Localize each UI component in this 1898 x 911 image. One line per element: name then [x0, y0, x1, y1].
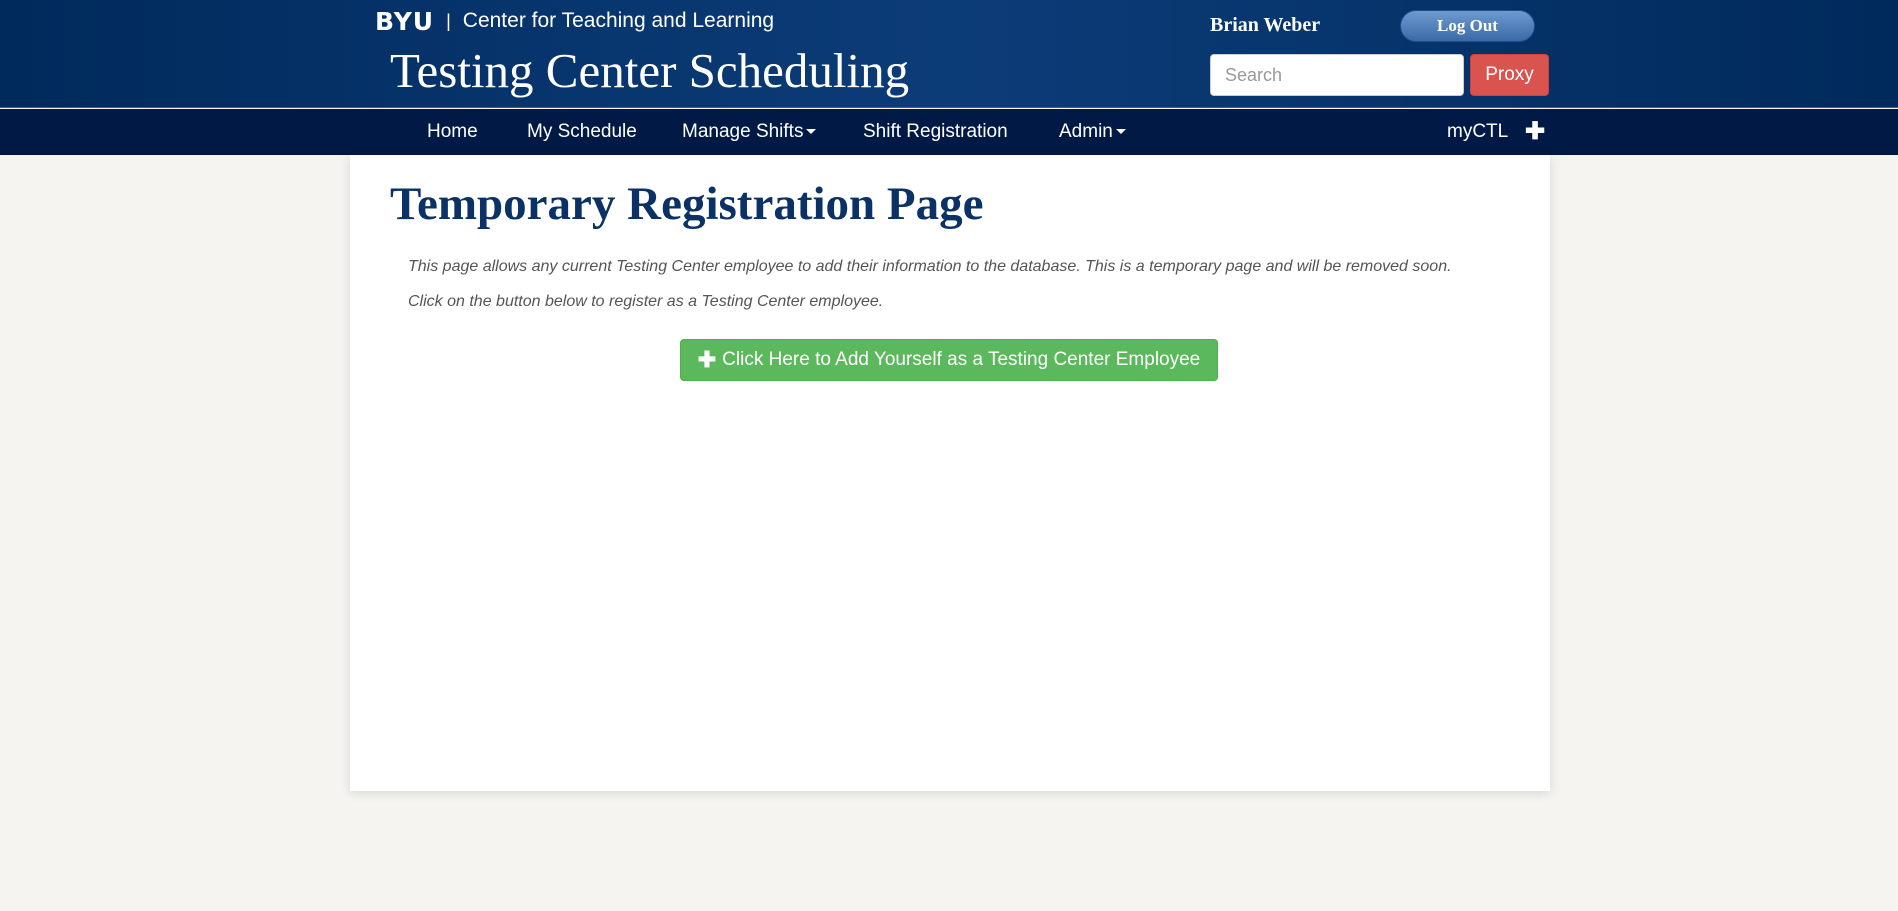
add-employee-button[interactable]: ✚ Click Here to Add Yourself as a Testin… [680, 339, 1218, 381]
main-content-panel: Temporary Registration Page This page al… [350, 155, 1550, 791]
nav-item-shift-registration[interactable]: Shift Registration [863, 109, 1008, 155]
page-description: This page allows any current Testing Cen… [408, 258, 1452, 275]
nav-item-label: My Schedule [527, 121, 637, 142]
plus-icon[interactable]: ✚ [1525, 109, 1545, 155]
byu-logo[interactable]: BYU [375, 7, 434, 36]
nav-item-label: Home [427, 121, 478, 142]
plus-icon: ✚ [697, 347, 717, 372]
search-input[interactable] [1210, 54, 1464, 96]
add-employee-button-label: Click Here to Add Yourself as a Testing … [722, 349, 1201, 370]
nav-item-manage-shifts[interactable]: Manage Shifts [682, 109, 817, 155]
proxy-button[interactable]: Proxy [1470, 54, 1549, 96]
nav-item-admin[interactable]: Admin [1059, 109, 1126, 155]
main-nav: Home My Schedule Manage Shifts Shift Reg… [0, 109, 1898, 155]
department-name[interactable]: Center for Teaching and Learning [463, 9, 774, 33]
page-title: Temporary Registration Page [390, 178, 984, 230]
nav-item-myctl[interactable]: myCTL [1447, 109, 1508, 155]
site-header: BYU | Center for Teaching and Learning T… [0, 0, 1898, 108]
page-instructions: Click on the button below to register as… [408, 293, 884, 310]
site-title[interactable]: Testing Center Scheduling [390, 42, 909, 99]
brand-separator: | [446, 10, 451, 31]
user-name: Brian Weber [1210, 14, 1321, 36]
nav-item-label: Manage Shifts [682, 121, 804, 142]
nav-item-label: Admin [1059, 121, 1113, 142]
caret-down-icon [1115, 129, 1126, 135]
brand-row: BYU | Center for Teaching and Learning [375, 7, 774, 36]
nav-item-label: Shift Registration [863, 121, 1008, 142]
nav-item-home[interactable]: Home [427, 109, 478, 155]
logout-button[interactable]: Log Out [1400, 10, 1535, 42]
nav-item-my-schedule[interactable]: My Schedule [527, 109, 637, 155]
caret-down-icon [806, 129, 817, 135]
